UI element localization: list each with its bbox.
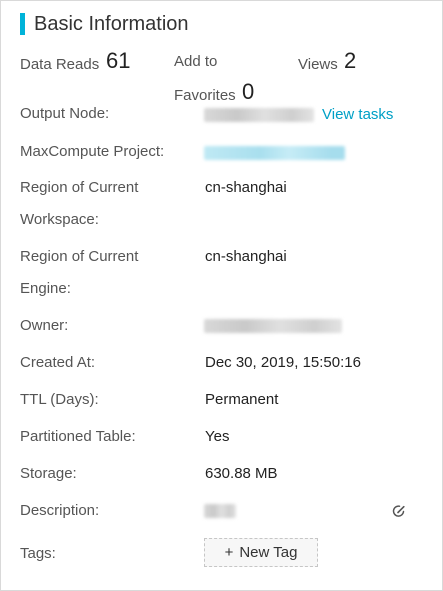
owner-value-redacted <box>204 319 342 333</box>
created-at-value: Dec 30, 2019, 15:50:16 <box>205 354 361 371</box>
tags-label: Tags: <box>20 545 56 562</box>
view-tasks-link[interactable]: View tasks <box>322 105 393 125</box>
edit-icon[interactable] <box>391 503 407 519</box>
engine-region-label-line2: Engine: <box>20 280 71 297</box>
ttl-label: TTL (Days): <box>20 391 99 408</box>
maxcompute-project-link-redacted[interactable] <box>204 146 345 160</box>
new-tag-button-label: New Tag <box>239 544 298 561</box>
title-accent-bar <box>20 13 25 35</box>
views-value: 2 <box>344 48 357 73</box>
plus-icon: + <box>224 544 234 561</box>
section-title: Basic Information <box>34 13 189 35</box>
data-reads-label: Data Reads <box>20 56 100 73</box>
workspace-region-label-line2: Workspace: <box>20 211 99 228</box>
storage-label: Storage: <box>20 465 77 482</box>
favorites-label-line1: Add to <box>174 53 218 70</box>
ttl-value: Permanent <box>205 391 279 408</box>
description-label: Description: <box>20 502 100 519</box>
engine-region-label-line1: Region of Current <box>20 248 139 265</box>
workspace-region-label-line1: Region of Current <box>20 179 139 196</box>
workspace-region-value: cn-shanghai <box>205 179 287 196</box>
output-node-value-redacted <box>204 108 314 122</box>
maxcompute-project-label: MaxCompute Project: <box>20 143 165 160</box>
engine-region-value: cn-shanghai <box>205 248 287 265</box>
favorites-value: 0 <box>242 79 255 104</box>
storage-value: 630.88 MB <box>205 465 278 482</box>
views-label: Views <box>298 56 338 73</box>
output-node-label: Output Node: <box>20 105 110 122</box>
partitioned-table-value: Yes <box>205 428 230 445</box>
new-tag-button[interactable]: + New Tag <box>204 538 318 567</box>
description-value-redacted <box>204 504 236 518</box>
owner-label: Owner: <box>20 317 69 334</box>
data-reads-value: 61 <box>106 48 131 73</box>
created-at-label: Created At: <box>20 354 96 371</box>
partitioned-table-label: Partitioned Table: <box>20 428 136 445</box>
basic-information-panel: Basic Information Data Reads 61 Add to F… <box>0 0 443 591</box>
